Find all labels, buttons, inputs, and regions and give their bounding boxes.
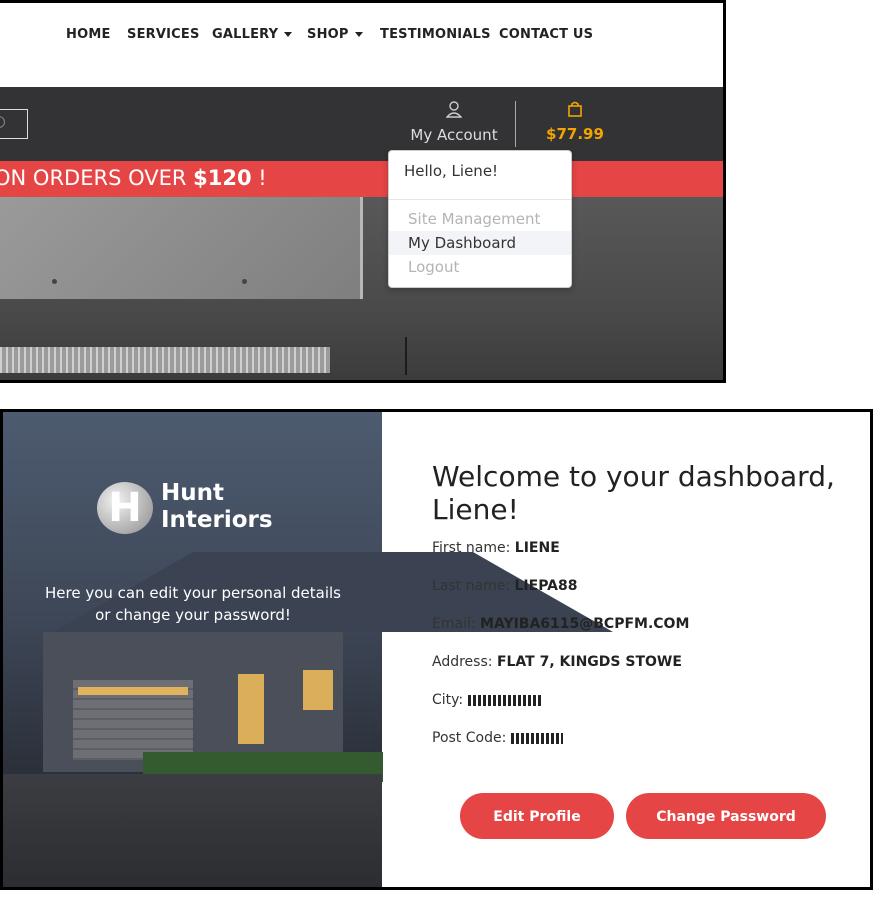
- page-title-line2: Liene!: [432, 493, 519, 526]
- nav-testimonials[interactable]: TESTIMONIALS: [380, 27, 491, 42]
- menu-item-my-dashboard[interactable]: My Dashboard: [389, 231, 571, 255]
- dashboard-side-image: H Hunt Interiors Here you can edit your …: [3, 412, 613, 887]
- promo-text: ON ORDERS OVER $120 !: [0, 166, 267, 190]
- side-tagline-line2: or change your password!: [95, 606, 291, 624]
- promo-prefix: ON ORDERS OVER: [0, 166, 187, 190]
- field-value: LIEPA88: [514, 578, 578, 594]
- shopping-bag-icon: [568, 101, 582, 117]
- field-label: Last name:: [432, 578, 511, 594]
- search-icon: [0, 116, 5, 128]
- page-title-line1: Welcome to your dashboard,: [432, 460, 835, 493]
- account-greeting: Hello, Liene!: [404, 162, 499, 180]
- nav-contact-us[interactable]: CONTACT US: [499, 27, 593, 42]
- post-code-field: Post Code:: [432, 730, 563, 746]
- cart-button[interactable]: $77.99: [540, 101, 610, 143]
- edit-profile-button[interactable]: Edit Profile: [460, 793, 614, 839]
- dashboard-main: Welcome to your dashboard, Liene! First …: [382, 412, 870, 887]
- dashboard-screenshot: H Hunt Interiors Here you can edit your …: [0, 409, 873, 890]
- page-title: Welcome to your dashboard, Liene!: [432, 460, 862, 526]
- change-password-button[interactable]: Change Password: [626, 793, 826, 839]
- side-tagline: Here you can edit your personal details …: [33, 582, 353, 626]
- field-label: City:: [432, 692, 464, 708]
- header-toolbar: My Account $77.99: [0, 87, 723, 161]
- house-illustration: [303, 670, 333, 710]
- account-dropdown-menu: Hello, Liene! Site Management My Dashboa…: [388, 150, 572, 288]
- logo-letter: H: [108, 485, 142, 531]
- house-illustration: [78, 687, 188, 695]
- brand-logo: H Hunt Interiors: [97, 480, 297, 538]
- hero-detail: [242, 279, 247, 284]
- field-label: First name:: [432, 540, 511, 556]
- header-divider: [515, 101, 516, 147]
- house-illustration: [238, 674, 264, 744]
- search-input[interactable]: [0, 109, 28, 139]
- my-account-label: My Account: [410, 126, 498, 144]
- field-value: MAYIBA6115@BCPFM.COM: [480, 616, 690, 632]
- field-value: FLAT 7, KINGDS STOWE: [496, 654, 682, 670]
- hero-cord: [405, 337, 407, 375]
- field-label: Address:: [432, 654, 493, 670]
- hero-wall-panel: [0, 197, 363, 299]
- user-icon: [445, 101, 463, 118]
- redacted-value: [510, 732, 563, 744]
- hero-radiator: [0, 347, 330, 373]
- field-value: LIENE: [514, 540, 560, 556]
- house-illustration: [3, 774, 382, 887]
- menu-item-logout[interactable]: Logout: [389, 255, 571, 279]
- city-field: City:: [432, 692, 542, 708]
- logo-name-line2: Interiors: [161, 507, 273, 533]
- address-field: Address: FLAT 7, KINGDS STOWE: [432, 654, 682, 670]
- menu-item-site-management[interactable]: Site Management: [389, 207, 571, 231]
- nav-home[interactable]: HOME: [66, 27, 111, 42]
- promo-amount: $120: [193, 166, 252, 190]
- cart-total: $77.99: [546, 125, 604, 143]
- field-label: Email:: [432, 616, 476, 632]
- field-label: Post Code:: [432, 730, 507, 746]
- site-header-screenshot: HOME SERVICES GALLERY SHOP TESTIMONIALS …: [0, 0, 726, 383]
- nav-gallery-label: GALLERY: [212, 27, 279, 42]
- hero-image: [0, 197, 723, 380]
- logo-wordmark: Hunt Interiors: [161, 480, 273, 534]
- chevron-down-icon: [354, 32, 363, 37]
- side-tagline-line1: Here you can edit your personal details: [45, 584, 341, 602]
- main-navigation: HOME SERVICES GALLERY SHOP TESTIMONIALS …: [0, 3, 723, 87]
- hero-detail: [52, 279, 57, 284]
- logo-name-line1: Hunt: [161, 480, 224, 506]
- nav-services[interactable]: SERVICES: [127, 27, 200, 42]
- last-name-field: Last name: LIEPA88: [432, 578, 578, 594]
- nav-shop-label: SHOP: [307, 27, 349, 42]
- promo-banner: ON ORDERS OVER $120 !: [0, 161, 723, 197]
- chevron-down-icon: [284, 32, 293, 37]
- my-account-button[interactable]: My Account: [404, 101, 504, 144]
- email-field: Email: MAYIBA6115@BCPFM.COM: [432, 616, 689, 632]
- redacted-value: [467, 694, 542, 706]
- promo-suffix: !: [258, 166, 267, 190]
- dropdown-divider: [389, 199, 571, 200]
- nav-gallery[interactable]: GALLERY: [212, 27, 293, 42]
- nav-shop[interactable]: SHOP: [307, 27, 363, 42]
- first-name-field: First name: LIENE: [432, 540, 560, 556]
